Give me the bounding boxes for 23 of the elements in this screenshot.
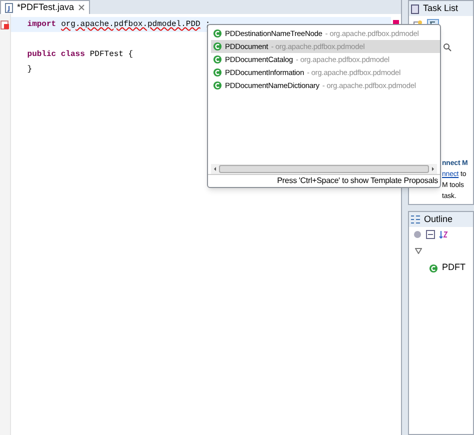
- code-keyword: import: [27, 18, 56, 30]
- status-hint: Press 'Ctrl+Space' to show Template Proposals: [277, 175, 438, 187]
- close-icon[interactable]: [78, 4, 86, 11]
- outline-icon: [411, 215, 420, 224]
- search-icon[interactable]: [443, 43, 452, 52]
- class-icon: [213, 55, 222, 64]
- editor-tab[interactable]: *PDFTest.java: [0, 0, 90, 14]
- code-text: }: [27, 64, 32, 76]
- expanded-arrow-icon[interactable]: [415, 248, 422, 254]
- class-icon: [213, 81, 222, 90]
- code-keyword: public class: [27, 48, 85, 60]
- class-icon: [213, 42, 222, 51]
- sort-icon[interactable]: [439, 230, 448, 239]
- clipboard-icon: [411, 4, 419, 14]
- code-error-text: org.apache.pdfbox.pdmodel.PDD: [61, 18, 200, 30]
- collapse-icon[interactable]: [426, 230, 435, 239]
- scroll-right-icon[interactable]: [429, 165, 437, 173]
- code-text: PDFTest {: [90, 48, 134, 60]
- class-icon: [213, 29, 222, 38]
- class-icon: [213, 68, 222, 77]
- tab-title: *PDFTest.java: [17, 0, 74, 14]
- class-icon: [429, 264, 438, 272]
- outline-item[interactable]: PDFT: [442, 261, 466, 275]
